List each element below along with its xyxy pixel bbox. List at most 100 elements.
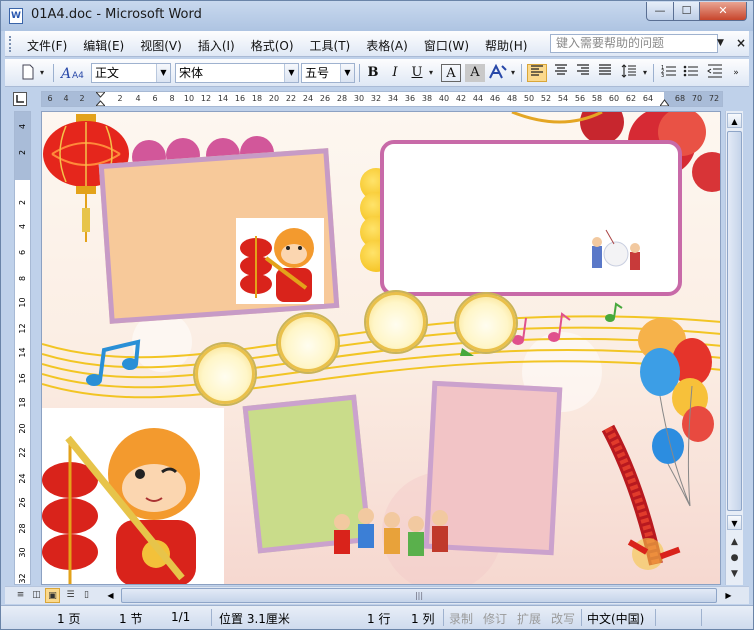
font-select[interactable]: 宋体 ▼ — [175, 63, 299, 83]
menu-insert[interactable]: 插入(I) — [190, 35, 243, 56]
outline-view-icon[interactable]: ☰ — [63, 588, 78, 603]
menu-edit[interactable]: 编辑(E) — [75, 35, 132, 56]
photo-circle-2[interactable] — [278, 314, 338, 372]
toolbar-grip[interactable] — [9, 36, 12, 52]
menu-format[interactable]: 格式(O) — [243, 35, 302, 56]
horizontal-scroll-thumb[interactable]: ||| — [121, 588, 717, 603]
align-left-button[interactable] — [527, 64, 547, 82]
italic-button[interactable]: I — [385, 64, 405, 82]
status-position: 位置 3.1厘米 — [219, 612, 290, 626]
ruler-tick-label: 24 — [18, 473, 27, 484]
horizontal-ruler[interactable]: 6 4 2 2 4 6 8 10 12 14 16 18 20 22 24 26 28 30 32 34 36 38 40 4… — [41, 91, 723, 107]
status-overtype[interactable]: 改写 — [551, 610, 575, 627]
ruler-tick-label: 18 — [251, 94, 263, 103]
next-page-icon[interactable]: ▼ — [727, 567, 742, 582]
photo-circle-3[interactable] — [366, 292, 426, 352]
decrease-indent-icon[interactable] — [705, 64, 725, 82]
print-layout-view-icon[interactable]: ▣ — [45, 588, 60, 603]
photo-circle-4[interactable] — [456, 294, 516, 352]
toolbar-separator — [53, 64, 54, 82]
menu-window[interactable]: 窗口(W) — [416, 35, 477, 56]
browse-object-icon[interactable]: ● — [727, 551, 742, 566]
minimize-button[interactable]: — — [646, 2, 674, 21]
firecrackers-image[interactable] — [598, 424, 708, 577]
numbering-icon[interactable]: 123 — [659, 64, 679, 82]
menu-file[interactable]: 文件(F) — [19, 35, 75, 56]
chevron-down-icon[interactable]: ▾ — [509, 64, 517, 82]
character-shading-button[interactable]: A — [465, 64, 485, 82]
align-right-button[interactable] — [573, 64, 593, 82]
font-size-select[interactable]: 五号 ▼ — [301, 63, 355, 83]
menu-help[interactable]: 帮助(H) — [477, 35, 535, 56]
scroll-right-arrow-icon[interactable]: ▶ — [721, 588, 736, 603]
ruler-tick-label: 70 — [691, 94, 703, 103]
status-separator — [211, 609, 212, 626]
monkey-lantern-image-large[interactable] — [42, 408, 224, 584]
help-search-input[interactable]: 键入需要帮助的问题 — [550, 34, 718, 53]
previous-page-icon[interactable]: ▲ — [727, 535, 742, 550]
status-record[interactable]: 录制 — [449, 610, 473, 627]
status-extend[interactable]: 扩展 — [517, 610, 541, 627]
ruler-tick-label: 24 — [302, 94, 314, 103]
tab-selector[interactable] — [13, 92, 27, 106]
bullets-icon[interactable] — [681, 64, 701, 82]
chevron-down-icon[interactable]: ▾ — [427, 64, 435, 82]
toolbar-separator — [359, 64, 360, 82]
ruler-tick-label: 26 — [18, 497, 27, 508]
vertical-ruler[interactable]: 4 2 2 4 6 8 10 12 14 16 18 20 22 24 26 28 30 32 — [14, 111, 31, 585]
ruler-tick-label: 34 — [387, 94, 399, 103]
status-section: 1 节 — [119, 612, 143, 626]
ruler-tick-label: 32 — [18, 573, 27, 584]
align-center-button[interactable] — [551, 64, 571, 82]
justify-button[interactable] — [595, 64, 615, 82]
toolbar-options-icon[interactable]: » — [731, 64, 741, 82]
status-page-of: 1/1 — [171, 610, 191, 624]
normal-view-icon[interactable]: ≡ — [13, 588, 28, 603]
ruler-tick-label: 4 — [63, 94, 69, 103]
menu-table[interactable]: 表格(A) — [358, 35, 416, 56]
chevron-down-icon[interactable]: ▼ — [156, 64, 170, 82]
text-effects-icon[interactable] — [487, 63, 509, 82]
bold-button[interactable]: B — [363, 64, 383, 82]
document-close-button[interactable]: × — [736, 36, 746, 50]
right-indent-marker[interactable] — [659, 98, 670, 106]
document-page[interactable] — [41, 111, 721, 585]
title-bar[interactable]: W 01A4.doc - Microsoft Word — ☐ ✕ — [1, 1, 753, 31]
status-language[interactable]: 中文(中国) — [587, 610, 644, 627]
ruler-tick-label: 2 — [79, 94, 85, 103]
line-spacing-icon[interactable] — [619, 64, 639, 82]
ruler-tick-label: 10 — [183, 94, 195, 103]
vertical-scroll-thumb[interactable] — [727, 131, 742, 511]
scroll-down-arrow-icon[interactable]: ▼ — [727, 515, 742, 530]
close-button[interactable]: ✕ — [699, 2, 747, 21]
ruler-tick-label: 30 — [18, 547, 27, 558]
ruler-tick-label: 8 — [18, 275, 27, 282]
style-select[interactable]: 正文 ▼ — [91, 63, 171, 83]
photo-circle-1[interactable] — [195, 344, 255, 404]
web-view-icon[interactable]: ◫ — [29, 588, 44, 603]
vertical-scrollbar[interactable]: ▲ ▼ ▲ ● ▼ — [725, 111, 743, 585]
kids-snowman-image[interactable] — [586, 226, 646, 280]
underline-button[interactable]: U — [407, 64, 427, 82]
new-document-icon[interactable] — [19, 64, 37, 82]
chevron-down-icon[interactable]: ▾ — [641, 64, 649, 82]
styles-pane-icon[interactable]: A A4 — [59, 64, 87, 82]
ruler-tick-label: 72 — [708, 94, 720, 103]
children-crowd-image[interactable] — [328, 504, 462, 577]
chevron-down-icon[interactable]: ▼ — [284, 64, 298, 82]
chevron-down-icon[interactable]: ▼ — [340, 64, 354, 82]
monkey-lantern-image-small[interactable] — [236, 218, 324, 304]
maximize-button[interactable]: ☐ — [673, 2, 700, 21]
scroll-up-arrow-icon[interactable]: ▲ — [727, 113, 742, 128]
scroll-left-arrow-icon[interactable]: ◀ — [103, 588, 118, 603]
status-track-changes[interactable]: 修订 — [483, 610, 507, 627]
menu-tools[interactable]: 工具(T) — [302, 35, 359, 56]
first-line-indent-marker[interactable] — [95, 92, 106, 106]
character-border-button[interactable]: A — [441, 64, 461, 82]
chevron-down-icon[interactable]: ▼ — [717, 38, 724, 48]
menu-view[interactable]: 视图(V) — [132, 35, 190, 56]
ruler-tick-label: 14 — [217, 94, 229, 103]
text-frame-white[interactable] — [380, 140, 682, 296]
chevron-down-icon[interactable]: ▾ — [37, 64, 47, 82]
reading-view-icon[interactable]: ▯ — [79, 588, 94, 603]
